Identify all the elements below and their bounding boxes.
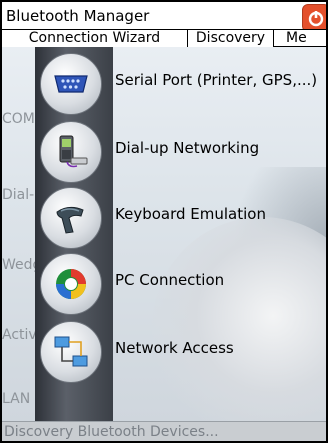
app-window: Bluetooth Manager Connection Wizard Disc…: [2, 2, 326, 441]
phone-icon: [40, 121, 102, 183]
tab-bar: Connection Wizard Discovery Me: [2, 29, 326, 48]
window-title: Bluetooth Manager: [6, 7, 150, 25]
item-label: PC Connection: [115, 271, 225, 289]
status-text: Discovery Bluetooth Devices...: [4, 424, 219, 440]
wizard-panel: COM Dial- Wedge ActiveSync LAN Serial Po…: [2, 47, 326, 421]
item-label: Keyboard Emulation: [115, 205, 266, 223]
tab-me[interactable]: Me: [274, 30, 326, 47]
power-icon: [308, 11, 324, 27]
item-keyboard-emulation[interactable]: Keyboard Emulation: [2, 185, 326, 249]
item-label: Serial Port (Printer, GPS,...): [115, 71, 318, 89]
serial-port-icon: [40, 53, 102, 115]
item-label: Network Access: [115, 339, 234, 357]
pc-sync-icon: [40, 253, 102, 315]
tab-connection-wizard[interactable]: Connection Wizard: [2, 30, 188, 48]
item-network-access[interactable]: Network Access: [2, 319, 326, 383]
item-pc-connection[interactable]: PC Connection: [2, 251, 326, 315]
item-dial-up-networking[interactable]: Dial-up Networking: [2, 119, 326, 183]
scanner-icon: [40, 187, 102, 249]
item-label: Dial-up Networking: [115, 139, 260, 157]
close-button[interactable]: [302, 4, 326, 32]
tab-discovery[interactable]: Discovery: [188, 30, 274, 48]
network-icon: [40, 321, 102, 383]
item-serial-port[interactable]: Serial Port (Printer, GPS,...): [2, 51, 326, 115]
status-bar: Discovery Bluetooth Devices...: [2, 421, 326, 441]
faded-label-lan: LAN: [2, 391, 31, 407]
